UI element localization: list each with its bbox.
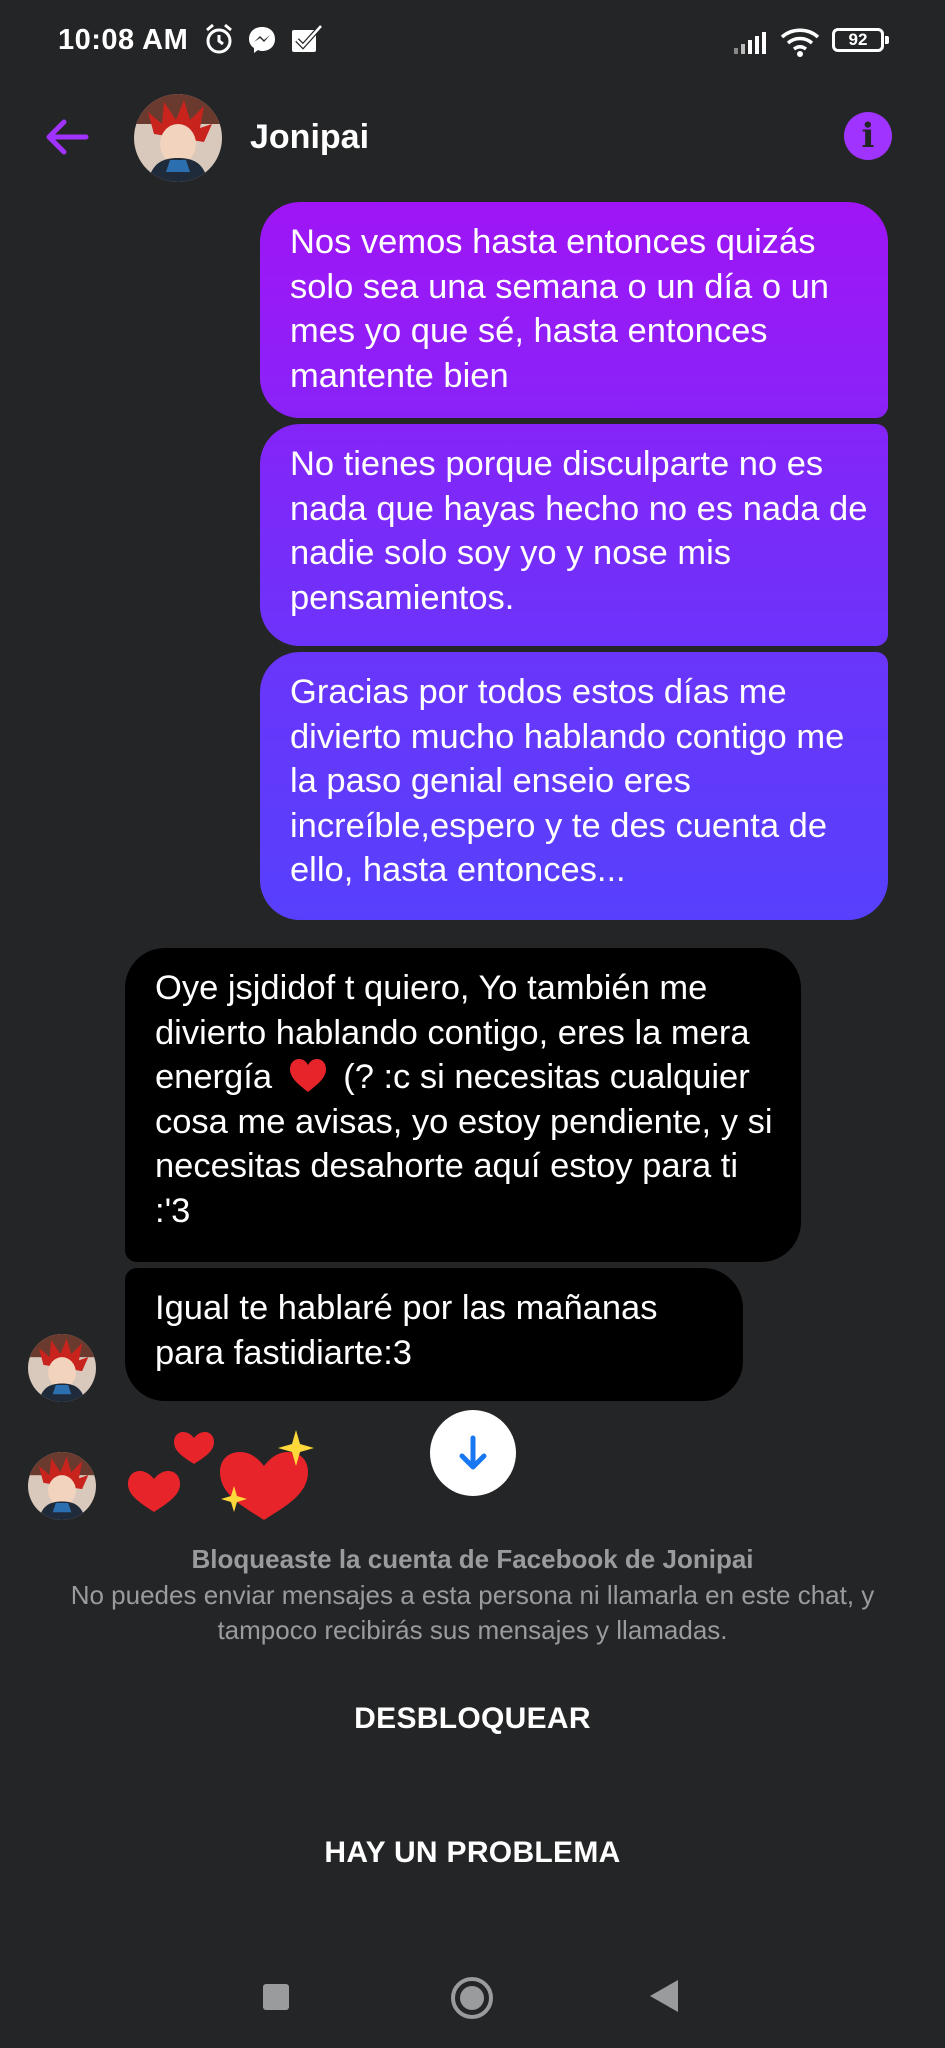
received-message[interactable]: Igual te hablaré por las mañanas para fa…	[125, 1268, 743, 1401]
blocked-notice-title: Bloqueaste la cuenta de Facebook de Joni…	[191, 1544, 754, 1574]
home-icon[interactable]	[450, 1976, 494, 2020]
sent-message[interactable]: Gracias por todos estos días me divierto…	[260, 652, 888, 920]
unblock-button[interactable]: DESBLOQUEAR	[0, 1702, 945, 1736]
signal-icon	[734, 32, 766, 54]
alarm-icon	[206, 23, 232, 54]
back-triangle-icon[interactable]	[648, 1978, 680, 2014]
arrow-left-icon[interactable]	[42, 112, 92, 162]
info-icon[interactable]: i	[844, 112, 892, 160]
status-bar: 10:08 AM 92	[0, 0, 945, 84]
avatar[interactable]	[134, 94, 222, 182]
status-time: 10:08 AM	[58, 24, 189, 56]
messenger-icon	[249, 27, 275, 53]
sparkling-heart-icon	[220, 1430, 314, 1520]
system-nav-bar	[0, 1940, 945, 2048]
battery-icon: 92	[832, 28, 889, 52]
avatar[interactable]	[28, 1452, 96, 1520]
red-heart-icon	[289, 1059, 326, 1092]
sent-message[interactable]: Nos vemos hasta entonces quizás solo sea…	[260, 202, 888, 418]
received-message[interactable]: Oye jsjdidof t quiero, Yo también me div…	[125, 948, 801, 1262]
contact-name[interactable]: Jonipai	[250, 118, 369, 157]
avatar[interactable]	[28, 1334, 96, 1402]
blocked-notice-description: No puedes enviar mensajes a esta persona…	[70, 1580, 875, 1645]
emoji-message[interactable]	[124, 1424, 324, 1524]
wifi-icon	[780, 28, 820, 57]
report-problem-button[interactable]: HAY UN PROBLEMA	[0, 1836, 945, 1870]
scroll-to-bottom-button[interactable]	[430, 1410, 516, 1496]
chat-header: Jonipai i	[0, 84, 945, 202]
recent-apps-icon[interactable]	[263, 1984, 289, 2010]
sent-message[interactable]: No tienes porque disculparte no es nada …	[260, 424, 888, 646]
checkbox-icon	[292, 24, 323, 52]
arrow-down-icon	[459, 1435, 487, 1470]
two-hearts-icon	[128, 1432, 214, 1512]
